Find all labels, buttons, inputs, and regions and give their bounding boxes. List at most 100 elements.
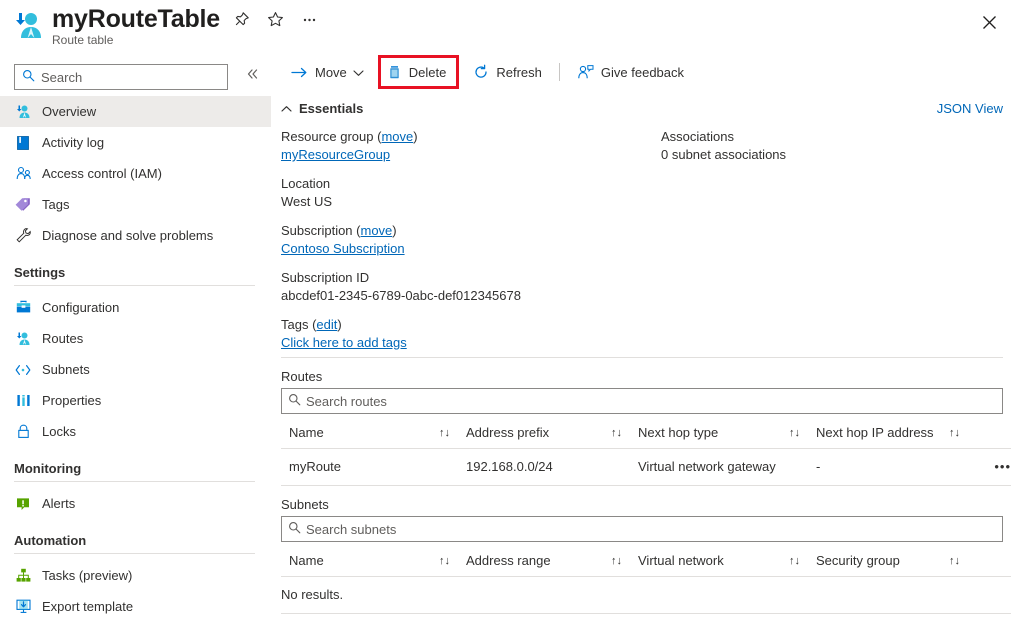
column-label: Security group [816, 553, 900, 568]
sidebar-item-label: Locks [42, 424, 76, 439]
subnets-col-actions [966, 546, 1011, 577]
ellipsis-icon[interactable]: ••• [966, 449, 1011, 486]
sidebar-item-locks[interactable]: Locks [0, 416, 271, 447]
delete-button[interactable]: Delete [383, 57, 451, 87]
tags-label: Tags [281, 317, 308, 332]
subscription-label: Subscription [281, 223, 353, 238]
sidebar-item-export-template[interactable]: Export template [0, 591, 271, 622]
search-icon [22, 69, 35, 85]
activity-log-icon [14, 134, 32, 152]
resource-group-move-link[interactable]: move [381, 129, 413, 144]
field-label: Tags (edit) [281, 316, 661, 334]
field-value: Contoso Subscription [281, 240, 661, 258]
alerts-icon [14, 495, 32, 513]
json-view-link[interactable]: JSON View [937, 101, 1009, 116]
tasks-icon [14, 567, 32, 585]
routes-col-address-prefix[interactable]: Address prefix ↑↓ [466, 418, 638, 449]
sidebar-group-settings: Settings [0, 251, 271, 283]
sidebar-item-label: Diagnose and solve problems [42, 228, 213, 243]
subscription-move-link[interactable]: move [361, 223, 393, 238]
sidebar-item-activity-log[interactable]: Activity log [0, 127, 271, 158]
overview-content: Essentials JSON View Resource group (mov… [271, 92, 1025, 643]
location-value: West US [281, 193, 661, 211]
sidebar-item-tasks[interactable]: Tasks (preview) [0, 560, 271, 591]
sidebar-search-input[interactable]: Search [14, 64, 228, 90]
field-tags: Tags (edit) Click here to add tags [281, 316, 661, 352]
sidebar-item-label: Properties [42, 393, 101, 408]
sidebar-item-alerts[interactable]: Alerts [0, 488, 271, 519]
column-label: Name [289, 553, 324, 568]
command-toolbar: Move Delete [271, 52, 1025, 92]
page-title: myRouteTable [52, 3, 220, 35]
configuration-icon [14, 299, 32, 317]
field-resource-group: Resource group (move) myResourceGroup [281, 128, 661, 164]
star-icon[interactable] [262, 6, 288, 32]
sort-updown-icon[interactable]: ↑↓ [439, 427, 450, 439]
sort-updown-icon[interactable]: ↑↓ [949, 427, 960, 439]
route-next-hop-type: Virtual network gateway [638, 449, 816, 486]
sidebar-item-subnets[interactable]: Subnets [0, 354, 271, 385]
routes-col-name[interactable]: Name ↑↓ [281, 418, 466, 449]
sidebar-item-diagnose[interactable]: Diagnose and solve problems [0, 220, 271, 251]
sort-updown-icon[interactable]: ↑↓ [439, 555, 450, 567]
route-table-icon [14, 103, 32, 121]
sidebar-nav: Overview Activity log [0, 96, 271, 622]
tag-icon [14, 196, 32, 214]
sidebar-item-label: Routes [42, 331, 83, 346]
subnets-col-virtual-network[interactable]: Virtual network ↑↓ [638, 546, 816, 577]
route-table-icon [12, 8, 46, 42]
add-tags-link[interactable]: Click here to add tags [281, 335, 407, 350]
field-subscription-id: Subscription ID abcdef01-2345-6789-0abc-… [281, 269, 661, 305]
sidebar-search-placeholder: Search [41, 70, 82, 85]
subscription-value-link[interactable]: Contoso Subscription [281, 241, 405, 256]
sort-updown-icon[interactable]: ↑↓ [611, 555, 622, 567]
sidebar-item-routes[interactable]: Routes [0, 323, 271, 354]
field-value: myResourceGroup [281, 146, 661, 164]
sidebar-group-monitoring: Monitoring [0, 447, 271, 479]
give-feedback-button[interactable]: Give feedback [569, 57, 692, 87]
sort-updown-icon[interactable]: ↑↓ [789, 555, 800, 567]
essentials-toggle[interactable]: Essentials [281, 101, 363, 116]
column-label: Next hop type [638, 425, 718, 440]
routes-search-input[interactable]: Search routes [281, 388, 1003, 414]
page-subtitle: Route table [52, 33, 113, 47]
subnets-search-placeholder: Search subnets [306, 522, 396, 537]
move-button[interactable]: Move [283, 57, 372, 87]
sidebar-item-access-control[interactable]: Access control (IAM) [0, 158, 271, 189]
access-control-icon [14, 165, 32, 183]
routes-col-next-hop-type[interactable]: Next hop type ↑↓ [638, 418, 816, 449]
search-icon [288, 393, 301, 409]
routes-search-placeholder: Search routes [306, 394, 387, 409]
subnets-icon [14, 361, 32, 379]
sidebar-item-configuration[interactable]: Configuration [0, 292, 271, 323]
sidebar-item-tags[interactable]: Tags [0, 189, 271, 220]
resource-group-value-link[interactable]: myResourceGroup [281, 147, 390, 162]
sort-updown-icon[interactable]: ↑↓ [949, 555, 960, 567]
subnets-col-security-group[interactable]: Security group ↑↓ [816, 546, 966, 577]
sidebar-item-overview[interactable]: Overview [0, 96, 271, 127]
column-label: Next hop IP address [816, 425, 934, 440]
subnets-col-address-range[interactable]: Address range ↑↓ [466, 546, 638, 577]
sidebar-search-row: Search [14, 64, 259, 90]
refresh-button[interactable]: Refresh [465, 57, 550, 87]
essentials-left-column: Resource group (move) myResourceGroup Lo… [281, 128, 661, 352]
close-icon[interactable] [975, 8, 1003, 36]
chevron-double-left-icon[interactable] [242, 66, 262, 86]
tags-edit-link[interactable]: edit [316, 317, 337, 332]
subnets-section-title: Subnets [281, 486, 1009, 516]
sidebar-item-properties[interactable]: Properties [0, 385, 271, 416]
pin-icon[interactable] [228, 6, 254, 32]
sort-updown-icon[interactable]: ↑↓ [611, 427, 622, 439]
subnets-col-name[interactable]: Name ↑↓ [281, 546, 466, 577]
field-subscription: Subscription (move) Contoso Subscription [281, 222, 661, 258]
subnets-search-input[interactable]: Search subnets [281, 516, 1003, 542]
subnets-no-results: No results. [281, 577, 1011, 614]
routes-col-next-hop-ip[interactable]: Next hop IP address ↑↓ [816, 418, 966, 449]
table-row[interactable]: myRoute 192.168.0.0/24 Virtual network g… [281, 449, 1011, 486]
resource-group-label: Resource group [281, 129, 374, 144]
export-template-icon [14, 598, 32, 616]
divider [14, 481, 255, 482]
ellipsis-icon[interactable] [296, 6, 322, 32]
routes-table: Name ↑↓ Address prefix ↑↓ [281, 418, 1011, 486]
sort-updown-icon[interactable]: ↑↓ [789, 427, 800, 439]
